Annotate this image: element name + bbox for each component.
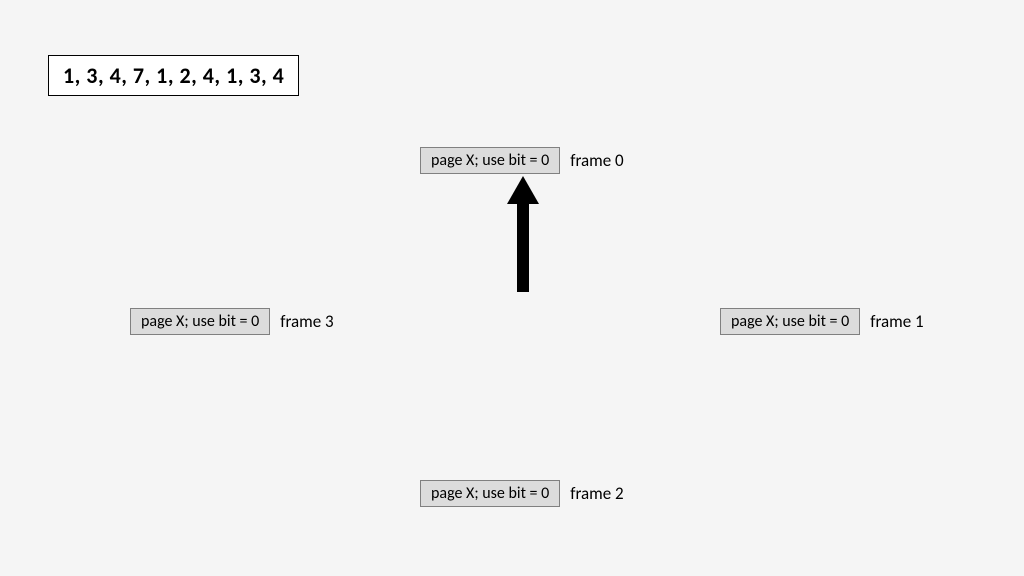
frame-3: page X; use bit = 0 frame 3	[130, 308, 334, 335]
frame-0: page X; use bit = 0 frame 0	[420, 147, 624, 174]
frame-1-box: page X; use bit = 0	[720, 308, 860, 335]
frame-3-box: page X; use bit = 0	[130, 308, 270, 335]
reference-sequence-box: 1, 3, 4, 7, 1, 2, 4, 1, 3, 4	[48, 55, 299, 96]
frame-2: page X; use bit = 0 frame 2	[420, 480, 624, 507]
reference-sequence-text: 1, 3, 4, 7, 1, 2, 4, 1, 3, 4	[63, 62, 284, 89]
arrow-shaft	[517, 200, 529, 292]
frame-0-label: frame 0	[570, 150, 623, 171]
frame-1-label: frame 1	[870, 311, 923, 332]
frame-1: page X; use bit = 0 frame 1	[720, 308, 924, 335]
frame-2-box: page X; use bit = 0	[420, 480, 560, 507]
frame-2-label: frame 2	[570, 483, 623, 504]
diagram-stage: 1, 3, 4, 7, 1, 2, 4, 1, 3, 4 page X; use…	[0, 0, 1024, 576]
frame-3-label: frame 3	[280, 311, 333, 332]
frame-0-box: page X; use bit = 0	[420, 147, 560, 174]
